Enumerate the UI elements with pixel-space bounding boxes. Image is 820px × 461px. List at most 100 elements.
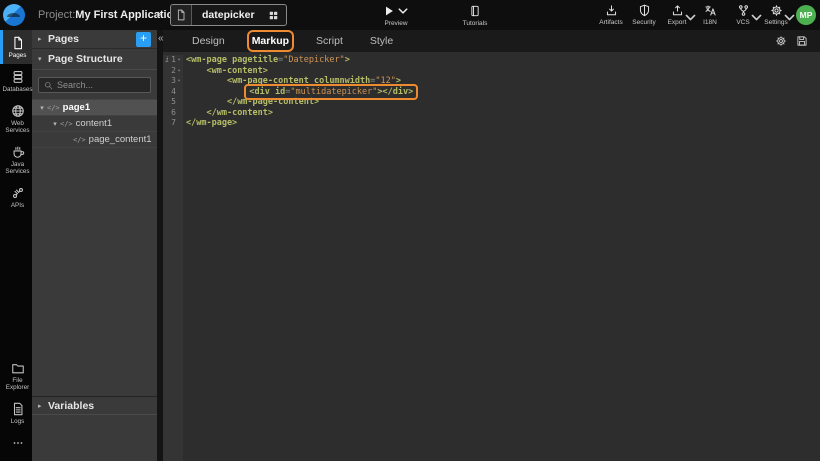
topbar-i18n-button[interactable]: I18N bbox=[695, 4, 725, 26]
user-avatar[interactable]: MP bbox=[796, 5, 816, 25]
rail-item-java-services-label: Java Services bbox=[3, 161, 32, 175]
globe-icon bbox=[11, 104, 25, 118]
chevron-right-icon: ▸ bbox=[38, 402, 48, 410]
line-number: 7 bbox=[171, 118, 176, 129]
markup-settings-button[interactable] bbox=[775, 35, 787, 47]
tree-node-page1[interactable]: ▾</>page1 bbox=[32, 100, 157, 116]
rail-item-apis[interactable]: APIs bbox=[0, 180, 32, 214]
gutter-line[interactable]: i1▾ bbox=[163, 55, 183, 66]
collapse-panel-button[interactable]: « bbox=[158, 33, 164, 45]
main-area: Design Markup Script Style i1▾2▾3▾4567 <wm-… bbox=[163, 30, 820, 461]
code-line-4[interactable]: <div id="multidatepicker"></div> bbox=[186, 87, 820, 98]
code-line-5[interactable]: </wm-page-content> bbox=[186, 97, 820, 108]
topbar-export-button[interactable]: Export bbox=[662, 4, 692, 26]
tab-markup[interactable]: Markup bbox=[252, 35, 289, 47]
rail-item-java-services[interactable]: Java Services bbox=[0, 139, 32, 180]
rail-item-file-explorer-label: File Explorer bbox=[3, 377, 32, 391]
line-number: 5 bbox=[171, 97, 176, 108]
gutter-line[interactable]: 5 bbox=[163, 97, 183, 108]
pages-section-header[interactable]: ▸ Pages + bbox=[32, 30, 157, 49]
page-structure-header[interactable]: ▾ Page Structure bbox=[32, 49, 157, 70]
topbar-artifacts-button[interactable]: Artifacts bbox=[596, 4, 626, 26]
structure-search[interactable] bbox=[38, 77, 151, 93]
download-icon bbox=[605, 4, 618, 17]
rail-item-more[interactable] bbox=[0, 430, 32, 457]
book-icon bbox=[469, 5, 481, 17]
translate-icon bbox=[704, 4, 717, 17]
editor-tabs: Design Markup Script Style bbox=[192, 35, 393, 47]
shield-icon bbox=[638, 4, 651, 17]
tree-node-label: content1 bbox=[76, 118, 112, 129]
editor-code[interactable]: <wm-page pagetitle="Datepicker"> <wm-con… bbox=[183, 55, 820, 461]
rail-item-logs[interactable]: Logs bbox=[0, 396, 32, 430]
topbar-vcs-button[interactable]: VCS bbox=[728, 4, 758, 26]
panel-spacer bbox=[32, 148, 157, 396]
project-name: My First Application bbox=[75, 9, 180, 21]
fold-caret-icon[interactable]: ▾ bbox=[176, 55, 182, 66]
gear-icon bbox=[775, 35, 787, 47]
gutter-line[interactable]: 3▾ bbox=[163, 76, 183, 87]
markup-highlight-box: <div id="multidatepicker"></div> bbox=[247, 87, 415, 97]
fold-caret-icon[interactable]: ▾ bbox=[176, 76, 182, 87]
coffee-icon bbox=[11, 145, 25, 159]
editor-gutter[interactable]: i1▾2▾3▾4567 bbox=[163, 55, 183, 461]
rail-item-web-services[interactable]: Web Services bbox=[0, 98, 32, 139]
chevron-down-icon bbox=[783, 11, 796, 24]
chevron-down-icon[interactable]: ▾ bbox=[50, 120, 60, 128]
rail-item-pages-label: Pages bbox=[9, 52, 27, 59]
tab-script[interactable]: Script bbox=[316, 35, 343, 47]
fold-caret-icon[interactable]: ▾ bbox=[176, 66, 182, 77]
page-tab-label: datepicker bbox=[192, 9, 268, 21]
save-icon bbox=[796, 35, 808, 47]
chevron-down-icon: ▾ bbox=[38, 55, 48, 63]
folder-icon bbox=[11, 361, 25, 375]
grid-icon[interactable] bbox=[268, 10, 279, 21]
open-page-tab[interactable]: datepicker bbox=[170, 4, 287, 26]
rail-item-databases-label: Databases bbox=[2, 86, 32, 93]
rail-item-apis-label: APIs bbox=[11, 202, 24, 209]
tab-style[interactable]: Style bbox=[370, 35, 393, 47]
code-editor[interactable]: i1▾2▾3▾4567 <wm-page pagetitle="Datepick… bbox=[163, 52, 820, 461]
add-page-button[interactable]: + bbox=[136, 32, 151, 47]
wavemaker-logo-icon[interactable] bbox=[3, 4, 25, 26]
tutorials-button[interactable]: Tutorials bbox=[453, 4, 497, 27]
tree-node-content1[interactable]: ▾</>content1 bbox=[32, 116, 157, 132]
gutter-line[interactable]: 4 bbox=[163, 87, 183, 98]
variables-section-header[interactable]: ▸ Variables bbox=[32, 396, 157, 415]
gutter-line[interactable]: 6 bbox=[163, 108, 183, 119]
topbar-security-label: Security bbox=[629, 19, 659, 26]
code-line-2[interactable]: <wm-content> bbox=[186, 66, 820, 77]
code-line-6[interactable]: </wm-content> bbox=[186, 108, 820, 119]
chevron-down-icon[interactable] bbox=[397, 5, 409, 17]
tab-design[interactable]: Design bbox=[192, 35, 225, 47]
branch-icon bbox=[737, 4, 750, 17]
topbar-right-actions: ArtifactsSecurityExportI18NVCSSettings bbox=[596, 4, 791, 26]
rail-item-file-explorer[interactable]: File Explorer bbox=[0, 355, 32, 396]
line-number: 6 bbox=[171, 108, 176, 119]
save-button[interactable] bbox=[796, 35, 808, 47]
code-line-7[interactable]: </wm-page> bbox=[186, 118, 820, 129]
rail-item-databases[interactable]: Databases bbox=[0, 64, 32, 98]
code-line-1[interactable]: <wm-page pagetitle="Datepicker"> bbox=[186, 55, 820, 66]
rail-item-pages[interactable]: Pages bbox=[0, 30, 32, 64]
breadcrumb-chevron-icon: › bbox=[157, 6, 161, 21]
play-icon bbox=[383, 5, 395, 17]
topbar-settings-button[interactable]: Settings bbox=[761, 4, 791, 26]
search-icon bbox=[44, 81, 53, 90]
chevron-down-icon[interactable]: ▾ bbox=[37, 104, 47, 112]
gutter-line[interactable]: 2▾ bbox=[163, 66, 183, 77]
preview-button[interactable]: Preview bbox=[374, 4, 418, 27]
panel-bottom-filler bbox=[32, 415, 157, 461]
ellipsis-icon bbox=[11, 436, 25, 450]
code-line-3[interactable]: <wm-page-content columnwidth="12"> bbox=[186, 76, 820, 87]
preview-label: Preview bbox=[374, 20, 418, 27]
gear-icon bbox=[770, 4, 783, 17]
search-input[interactable] bbox=[57, 80, 145, 90]
variables-section-label: Variables bbox=[48, 400, 151, 412]
rail-spacer bbox=[0, 214, 32, 355]
topbar-security-button[interactable]: Security bbox=[629, 4, 659, 26]
tree-node-page_content1[interactable]: </>page_content1 bbox=[32, 132, 157, 148]
topbar-artifacts-label: Artifacts bbox=[596, 19, 626, 26]
editor-actions bbox=[775, 35, 808, 47]
gutter-line[interactable]: 7 bbox=[163, 118, 183, 129]
